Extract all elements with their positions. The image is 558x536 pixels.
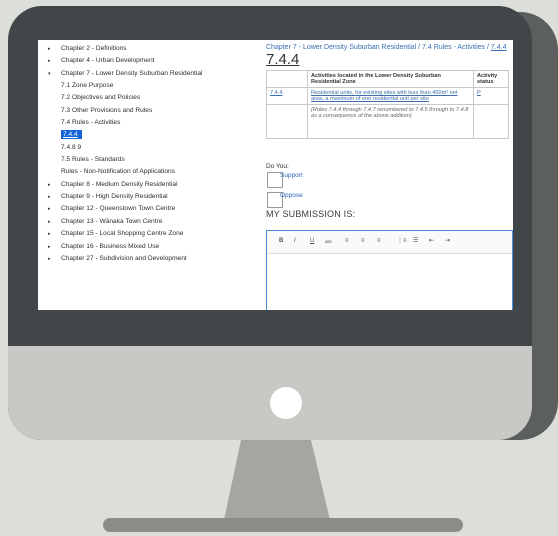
oppose-label[interactable]: Oppose: [280, 192, 303, 199]
table-cell-note: (Rules 7.4.4 through 7.4.7 renumbered to…: [307, 104, 474, 139]
sidebar-item[interactable]: ▸ Chapter 12 - Queenstown Town Centre: [38, 203, 258, 215]
table-header-status: Activity status: [473, 70, 509, 88]
activity-text[interactable]: Residential units, for existing sites wi…: [311, 90, 457, 102]
table-cell-rule: [266, 104, 308, 139]
sidebar-item[interactable]: 7.1 Zone Purpose: [38, 80, 258, 92]
align-center-button[interactable]: ≡: [361, 237, 365, 246]
breadcrumb: Chapter 7 - Lower Density Suburban Resid…: [266, 44, 513, 51]
breadcrumb-path[interactable]: Chapter 7 - Lower Density Suburban Resid…: [266, 44, 491, 51]
breadcrumb-current[interactable]: 7.4.4: [491, 44, 507, 51]
caret-right-icon[interactable]: ▸: [48, 228, 51, 240]
do-you-label: Do You:: [266, 163, 289, 170]
sidebar-item-label: Chapter 2 - Definitions: [61, 45, 127, 52]
rule-link[interactable]: 7.4.4: [270, 90, 282, 96]
table-header-activity: Activities located in the Lower Density …: [307, 70, 474, 88]
numbered-list-button[interactable]: ⋮≡: [397, 237, 407, 246]
bold-button[interactable]: B: [279, 237, 283, 246]
sidebar-item-label: Chapter 27 - Subdivision and Development: [61, 254, 187, 262]
table-cell-status: [473, 104, 509, 139]
submission-editor[interactable]: B I Uabc ≡ ≡ ≡ ⋮≡ ☰ ⇤ ⇥: [266, 230, 513, 310]
sidebar-item-label: 7.4.8 9: [61, 143, 82, 151]
table-row: 7.4.4 Residential units, for existing si…: [266, 87, 509, 105]
table-cell-rule[interactable]: 7.4.4: [266, 87, 308, 105]
submission-label: MY SUBMISSION IS:: [266, 209, 356, 219]
sidebar-item-label: Rules - Non-Notification of Applications: [61, 168, 175, 176]
table-header-row: Activities located in the Lower Density …: [266, 70, 509, 88]
table-cell-activity: Residential units, for existing sites wi…: [307, 87, 474, 105]
monitor-screen: ▸ Chapter 2 - Definitions ▸ Chapter 4 - Urb…: [38, 40, 513, 310]
caret-right-icon[interactable]: ▸: [48, 43, 51, 55]
sidebar-item-label: 7.5 Rules - Standards: [61, 156, 125, 164]
sidebar-item[interactable]: ▸ Chapter 2 - Definitions: [38, 43, 258, 55]
sidebar-item[interactable]: ▸ Chapter 27 - Subdivision and Developmen…: [38, 253, 258, 265]
editor-toolbar: B I Uabc ≡ ≡ ≡ ⋮≡ ☰ ⇤ ⇥: [267, 231, 512, 254]
status-link[interactable]: P: [477, 90, 481, 96]
sidebar-item-label: 7.1 Zone Purpose: [61, 82, 114, 90]
sidebar-item-label: Chapter 12 - Queenstown Town Centre: [61, 205, 176, 213]
caret-right-icon[interactable]: ▸: [48, 179, 51, 191]
page-title: 7.4.4: [266, 51, 300, 68]
bullet-list-button[interactable]: ☰: [413, 237, 418, 246]
align-left-button[interactable]: ≡: [345, 237, 349, 246]
table-header-rule: [266, 70, 308, 88]
sidebar-item[interactable]: ▾ Chapter 7 - Lower Density Suburban Resi…: [38, 68, 258, 80]
sidebar-item-label: 7.3 Other Provisions and Rules: [61, 106, 153, 114]
sidebar-item-label: Chapter 7 - Lower Density Suburban Resid…: [61, 69, 203, 77]
italic-button[interactable]: I: [294, 237, 296, 246]
sidebar-item-label: 7.2 Objectives and Policies: [61, 94, 141, 102]
rules-table: Activities located in the Lower Density …: [266, 70, 509, 139]
main-content: Chapter 7 - Lower Density Suburban Resid…: [266, 40, 513, 310]
table-row: (Rules 7.4.4 through 7.4.7 renumbered to…: [266, 104, 509, 139]
sidebar-item[interactable]: 7.4.8 9: [38, 142, 258, 154]
sidebar-item[interactable]: ▸ Chapter 9 - High Density Residential: [38, 191, 258, 203]
sidebar-item[interactable]: ▸ Chapter 13 - Wānaka Town Centre: [38, 216, 258, 228]
sidebar-item[interactable]: 7.5 Rules - Standards: [38, 154, 258, 166]
sidebar-item-label: Chapter 15 - Local Shopping Centre Zone: [61, 230, 184, 238]
stand-neck: [224, 440, 330, 520]
caret-right-icon[interactable]: ▸: [48, 216, 51, 228]
underline-button[interactable]: U: [310, 237, 314, 246]
caret-right-icon[interactable]: ▸: [48, 203, 51, 215]
sidebar-item[interactable]: ▸ Chapter 4 - Urban Development: [38, 55, 258, 67]
sidebar-item-label: 7.4.4: [61, 130, 82, 140]
sidebar-item-label: Chapter 8 - Medium Density Residential: [61, 180, 178, 188]
sidebar-item-label: 7.4 Rules - Activities: [61, 119, 121, 127]
caret-right-icon[interactable]: ▸: [48, 253, 51, 265]
sidebar-nav: ▸ Chapter 2 - Definitions ▸ Chapter 4 - Urb…: [38, 40, 258, 310]
caret-right-icon[interactable]: ▸: [48, 55, 51, 67]
table-cell-status: P: [473, 87, 509, 105]
sidebar-item-label: Chapter 4 - Urban Development: [61, 57, 155, 65]
sidebar-item-label: Chapter 13 - Wānaka Town Centre: [61, 217, 163, 225]
sidebar-item[interactable]: ▸ Chapter 8 - Medium Density Residential: [38, 179, 258, 191]
sidebar-item-label: Chapter 16 - Business Mixed Use: [61, 242, 160, 250]
stand-base: [103, 518, 463, 532]
sidebar-item[interactable]: ▸ Chapter 15 - Local Shopping Centre Zone: [38, 228, 258, 240]
strikethrough-button[interactable]: abc: [325, 237, 332, 246]
caret-right-icon[interactable]: ▸: [48, 191, 51, 203]
sidebar-item[interactable]: 7.4.4: [38, 129, 258, 141]
sidebar-item-label: Chapter 9 - High Density Residential: [61, 193, 168, 201]
align-right-button[interactable]: ≡: [377, 237, 381, 246]
nav-list: ▸ Chapter 2 - Definitions ▸ Chapter 4 - Urb…: [38, 40, 258, 265]
caret-down-icon[interactable]: ▾: [48, 68, 51, 80]
sidebar-item[interactable]: 7.3 Other Provisions and Rules: [38, 105, 258, 117]
sidebar-item[interactable]: 7.2 Objectives and Policies: [38, 92, 258, 104]
indent-button[interactable]: ⇥: [445, 237, 450, 246]
renumber-note: (Rules 7.4.4 through 7.4.7 renumbered to…: [311, 107, 469, 119]
caret-right-icon[interactable]: ▸: [48, 241, 51, 253]
sidebar-item[interactable]: ▸ Chapter 16 - Business Mixed Use: [38, 241, 258, 253]
sidebar-item[interactable]: 7.4 Rules - Activities: [38, 117, 258, 129]
sidebar-item[interactable]: Rules - Non-Notification of Applications: [38, 166, 258, 178]
outdent-button[interactable]: ⇤: [429, 237, 434, 246]
support-label[interactable]: Support: [280, 172, 303, 179]
